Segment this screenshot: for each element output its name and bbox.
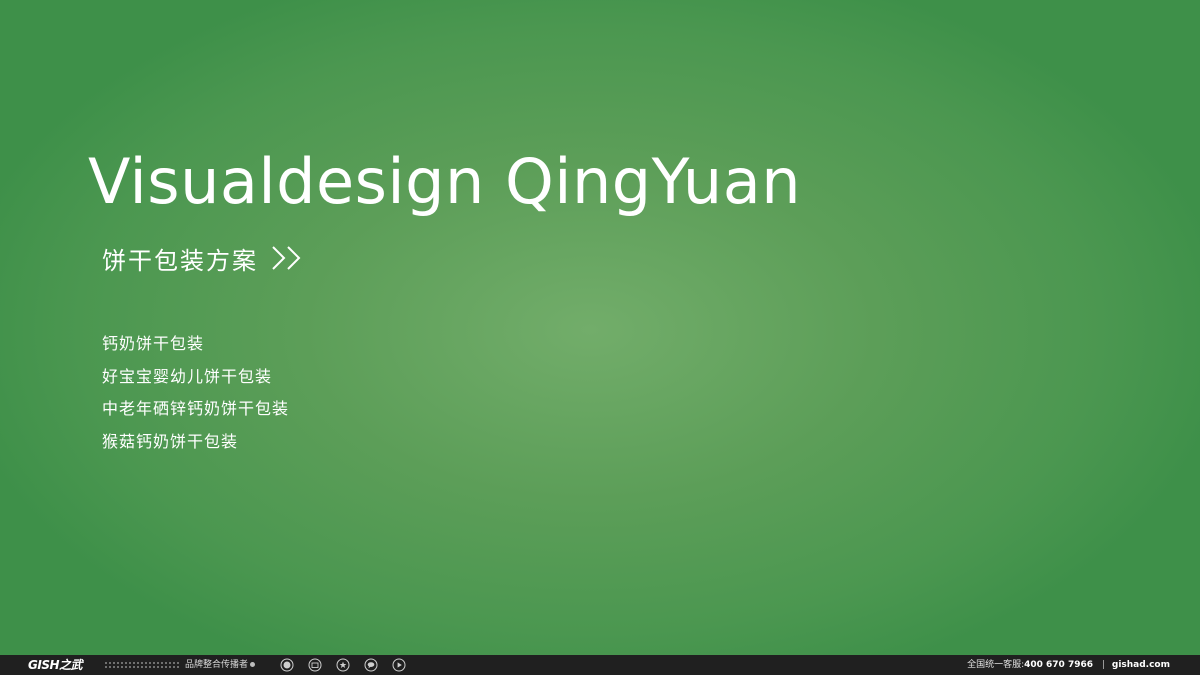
dot-pattern — [104, 661, 180, 669]
slide-canvas: Visualdesign QingYuan 饼干包装方案 钙奶饼干包装 好宝宝婴… — [0, 0, 1200, 655]
list-item: 中老年硒锌钙奶饼干包装 — [102, 399, 290, 418]
footer-separator: | — [1102, 660, 1106, 670]
website-link[interactable]: gishad.com — [1112, 658, 1170, 672]
tagline: 品牌整合传播者 — [185, 658, 256, 672]
double-chevron-right-icon — [268, 244, 306, 272]
hotline-number: 400 670 7966 — [1024, 660, 1093, 670]
footer-bar: GISH之武 品牌整合传播者 全国统一客服:400 670 7966 | gis… — [0, 655, 1200, 675]
hotline-label: 全国统一客服: — [967, 660, 1025, 670]
circle-arrow-icon[interactable] — [280, 658, 294, 672]
product-list: 钙奶饼干包装 好宝宝婴幼儿饼干包装 中老年硒锌钙奶饼干包装 猴菇钙奶饼干包装 — [102, 328, 289, 458]
slide-title: Visualdesign QingYuan — [88, 145, 801, 218]
subtitle-text: 饼干包装方案 — [102, 246, 258, 275]
list-item: 好宝宝婴幼儿饼干包装 — [102, 366, 273, 386]
list-item: 钙奶饼干包装 — [102, 334, 205, 353]
star-icon[interactable] — [336, 658, 350, 672]
chat-icon[interactable] — [364, 658, 378, 672]
play-icon[interactable] — [392, 658, 406, 672]
list-item: 猴菇钙奶饼干包装 — [102, 431, 239, 451]
customer-hotline: 全国统一客服:400 670 7966 — [967, 658, 1093, 672]
footer-icon-group — [280, 658, 420, 672]
dot-icon — [250, 662, 256, 667]
slide-subtitle: 饼干包装方案 — [102, 240, 306, 276]
mail-icon[interactable] — [308, 658, 322, 672]
tagline-text: 品牌整合传播者 — [185, 660, 249, 670]
brand-logo[interactable]: GISH之武 — [28, 657, 83, 673]
